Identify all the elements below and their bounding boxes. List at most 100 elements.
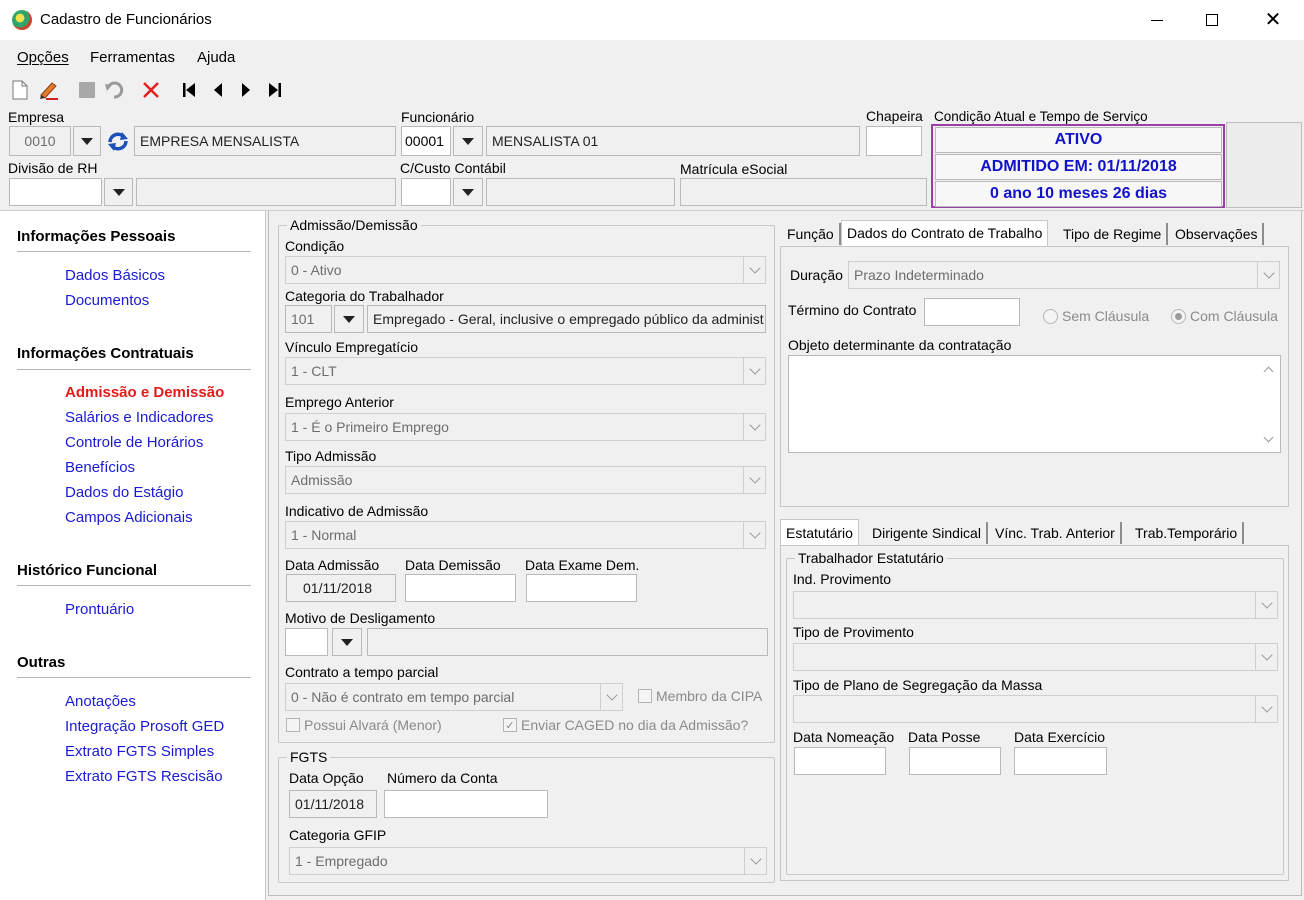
title-bar: Cadastro de Funcionários ✕: [0, 0, 1304, 40]
plano-segregacao-select[interactable]: [793, 695, 1278, 723]
sidebar-item-documentos[interactable]: Documentos: [65, 292, 149, 309]
divisao-input[interactable]: [9, 178, 102, 206]
delete-icon[interactable]: [141, 80, 161, 100]
chevron-down-icon[interactable]: [743, 358, 765, 384]
objeto-textarea[interactable]: [788, 355, 1281, 453]
chapeira-input[interactable]: [866, 126, 922, 156]
chevron-down-icon[interactable]: [1255, 644, 1277, 670]
undo-icon[interactable]: [104, 80, 124, 100]
caged-checkbox[interactable]: ✓ Enviar CAGED no dia da Admissão?: [503, 717, 748, 733]
sidebar-item-campos-adicionais[interactable]: Campos Adicionais: [65, 509, 193, 526]
motivo-code-input[interactable]: [285, 628, 328, 656]
indicativo-select[interactable]: 1 - Normal: [285, 521, 766, 549]
menu-ajuda[interactable]: Ajuda: [197, 49, 235, 66]
tab-dados-contrato[interactable]: Dados do Contrato de Trabalho: [841, 220, 1049, 247]
data-exame-input[interactable]: [526, 574, 637, 602]
emprego-anterior-select[interactable]: 1 - É o Primeiro Emprego: [285, 413, 766, 441]
data-opcao-input[interactable]: 01/11/2018: [289, 790, 377, 818]
data-nomeacao-input[interactable]: [794, 747, 886, 775]
tipo-provimento-select[interactable]: [793, 643, 1278, 671]
data-admissao-input[interactable]: 01/11/2018: [286, 574, 396, 602]
sidebar-item-admissao-demissao[interactable]: Admissão e Demissão: [65, 384, 224, 401]
data-demissao-input[interactable]: [405, 574, 516, 602]
chevron-down-icon[interactable]: [743, 467, 765, 493]
numero-conta-input[interactable]: [384, 790, 548, 818]
duracao-value: Prazo Indeterminado: [854, 267, 984, 283]
chevron-down-icon[interactable]: [744, 848, 766, 874]
tipo-admissao-select[interactable]: Admissão: [285, 466, 766, 494]
ind-provimento-select[interactable]: [793, 591, 1278, 619]
contrato-parcial-select[interactable]: 0 - Não é contrato em tempo parcial: [285, 683, 623, 711]
data-exercicio-input[interactable]: [1014, 747, 1107, 775]
refresh-link-icon[interactable]: [106, 130, 130, 152]
data-posse-input[interactable]: [909, 747, 1001, 775]
sidebar-item-beneficios[interactable]: Benefícios: [65, 459, 135, 476]
com-clausula-radio[interactable]: Com Cláusula: [1171, 308, 1278, 324]
sidebar-item-anotacoes[interactable]: Anotações: [65, 693, 136, 710]
tab-dirigente-sindical[interactable]: Dirigente Sindical: [867, 522, 988, 544]
plano-segregacao-label: Tipo de Plano de Segregação da Massa: [793, 677, 1043, 693]
sidebar-item-prosoft-ged[interactable]: Integração Prosoft GED: [65, 718, 224, 735]
checkbox-box[interactable]: [638, 689, 652, 703]
categoria-dropdown-button[interactable]: [334, 305, 364, 333]
ccusto-name-field: [486, 178, 675, 206]
alvara-checkbox[interactable]: Possui Alvará (Menor): [286, 717, 442, 733]
tab-tipo-regime[interactable]: Tipo de Regime: [1058, 223, 1169, 245]
radio-circle-selected[interactable]: [1171, 308, 1186, 324]
chevron-down-icon[interactable]: [1257, 262, 1279, 288]
condicao-select[interactable]: 0 - Ativo: [285, 256, 766, 284]
ccusto-dropdown-button[interactable]: [453, 178, 483, 206]
empresa-code-input[interactable]: 0010: [9, 126, 71, 156]
sidebar-item-fgts-rescisao[interactable]: Extrato FGTS Rescisão: [65, 768, 223, 785]
tab-observacoes[interactable]: Observações: [1170, 223, 1265, 245]
sidebar-item-horarios[interactable]: Controle de Horários: [65, 434, 203, 451]
sidebar-item-prontuario[interactable]: Prontuário: [65, 601, 134, 618]
maximize-icon[interactable]: [1197, 10, 1227, 30]
sidebar-item-estagio[interactable]: Dados do Estágio: [65, 484, 183, 501]
categoria-code-input[interactable]: 101: [285, 305, 332, 333]
sidebar-divider: [17, 251, 251, 252]
first-record-icon[interactable]: [179, 80, 199, 100]
motivo-dropdown-button[interactable]: [332, 628, 362, 656]
radio-circle[interactable]: [1043, 308, 1058, 324]
checkbox-box[interactable]: [286, 718, 300, 732]
empresa-dropdown-button[interactable]: [73, 126, 101, 156]
chevron-down-icon[interactable]: [1255, 696, 1277, 722]
chevron-down-icon[interactable]: [600, 684, 622, 710]
chevron-down-icon[interactable]: [743, 414, 765, 440]
vinculo-select[interactable]: 1 - CLT: [285, 357, 766, 385]
previous-record-icon[interactable]: [208, 80, 228, 100]
sem-clausula-radio[interactable]: Sem Cláusula: [1043, 308, 1149, 324]
sidebar-item-salarios[interactable]: Salários e Indicadores: [65, 409, 213, 426]
tab-funcao[interactable]: Função: [782, 223, 841, 245]
menu-opcoes[interactable]: Opções: [17, 49, 69, 66]
duracao-select[interactable]: Prazo Indeterminado: [848, 261, 1280, 289]
next-record-icon[interactable]: [236, 80, 256, 100]
scroll-down-icon[interactable]: [1261, 432, 1275, 446]
scroll-up-icon[interactable]: [1261, 362, 1275, 376]
save-icon[interactable]: [77, 80, 97, 100]
funcionario-code-input[interactable]: 00001: [401, 126, 451, 156]
tab-trab-temporario[interactable]: Trab.Temporário: [1130, 522, 1245, 544]
chevron-down-icon[interactable]: [743, 522, 765, 548]
ccusto-input[interactable]: [401, 178, 451, 206]
minimize-icon[interactable]: [1142, 10, 1172, 30]
check-icon[interactable]: ✓: [503, 718, 517, 732]
new-document-icon[interactable]: [10, 80, 30, 100]
chevron-down-icon[interactable]: [743, 257, 765, 283]
vinculo-label: Vínculo Empregatício: [285, 339, 419, 355]
edit-pencil-icon[interactable]: [38, 80, 58, 100]
tab-vinc-trab-anterior[interactable]: Vínc. Trab. Anterior: [990, 522, 1122, 544]
close-icon[interactable]: ✕: [1258, 8, 1288, 32]
funcionario-dropdown-button[interactable]: [453, 126, 483, 156]
sidebar-item-dados-basicos[interactable]: Dados Básicos: [65, 267, 165, 284]
chevron-down-icon[interactable]: [1255, 592, 1277, 618]
last-record-icon[interactable]: [265, 80, 285, 100]
tab-estatutario[interactable]: Estatutário: [780, 519, 859, 546]
divisao-dropdown-button[interactable]: [104, 178, 133, 206]
termino-input[interactable]: [924, 298, 1020, 326]
menu-ferramentas[interactable]: Ferramentas: [90, 49, 175, 66]
categoria-gfip-select[interactable]: 1 - Empregado: [289, 847, 767, 875]
sidebar-item-fgts-simples[interactable]: Extrato FGTS Simples: [65, 743, 214, 760]
membro-cipa-checkbox[interactable]: Membro da CIPA: [638, 688, 762, 704]
